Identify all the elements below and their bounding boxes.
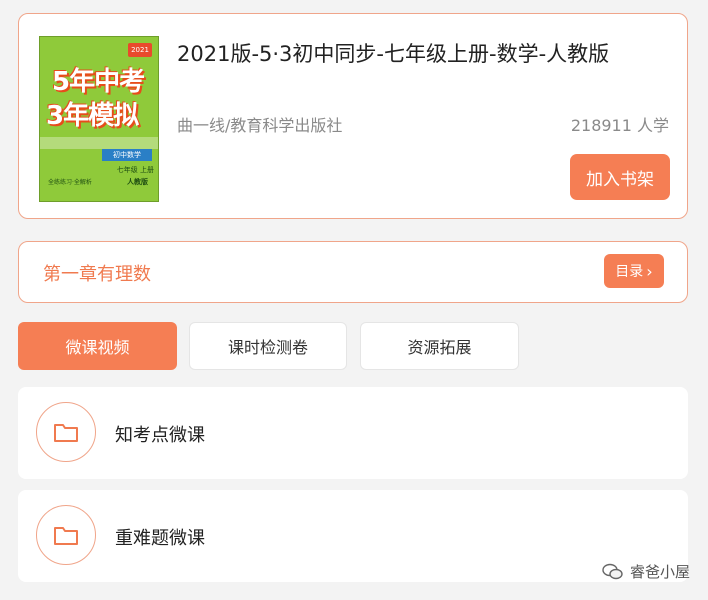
tab-resource-extension[interactable]: 资源拓展 (360, 322, 519, 370)
cover-strip (40, 137, 158, 149)
watermark: 睿爸小屋 (602, 561, 690, 582)
resource-label: 知考点微课 (115, 425, 205, 446)
folder-icon-circle (36, 505, 96, 565)
wechat-icon (602, 563, 623, 579)
book-title: 2021版-5·3初中同步-七年级上册-数学-人教版 (177, 42, 610, 66)
folder-icon (54, 527, 78, 545)
cover-subject: 初中数学 (102, 149, 152, 161)
chevron-right-icon: › (646, 261, 653, 281)
folder-icon (54, 424, 78, 442)
folder-icon-circle (36, 402, 96, 462)
watermark-text: 睿爸小屋 (629, 563, 690, 581)
add-to-shelf-button[interactable]: 加入书架 (570, 154, 670, 200)
cover-title-line2: 3年模拟 (46, 101, 139, 131)
book-cover-image[interactable]: 2021 5年中考 3年模拟 初中数学 七年级 上册 人教版 全练练习·全解析 (39, 36, 159, 202)
book-card[interactable]: 2021 5年中考 3年模拟 初中数学 七年级 上册 人教版 全练练习·全解析 … (18, 13, 688, 219)
tab-lesson-test[interactable]: 课时检测卷 (189, 322, 347, 370)
table-of-contents-button[interactable]: 目录 › (604, 254, 664, 288)
cover-grade: 七年级 上册 (116, 166, 154, 174)
toc-button-label: 目录 (615, 264, 644, 280)
resource-item-difficult-problems[interactable]: 重难题微课 (18, 490, 688, 582)
resource-item-knowledge-points[interactable]: 知考点微课 (18, 387, 688, 479)
tab-micro-video[interactable]: 微课视频 (18, 322, 177, 370)
chapter-selector[interactable]: 第一章有理数 目录 › (18, 241, 688, 303)
book-publisher: 曲一线/教育科学出版社 (177, 116, 343, 135)
cover-year-badge: 2021 (128, 43, 152, 57)
chapter-title: 第一章有理数 (43, 264, 151, 285)
cover-small-text: 全练练习·全解析 (48, 179, 92, 186)
resource-label: 重难题微课 (115, 528, 205, 549)
learner-count: 218911 人学 (570, 116, 669, 135)
cover-title-line1: 5年中考 (52, 67, 145, 97)
cover-edition: 人教版 (127, 178, 148, 186)
